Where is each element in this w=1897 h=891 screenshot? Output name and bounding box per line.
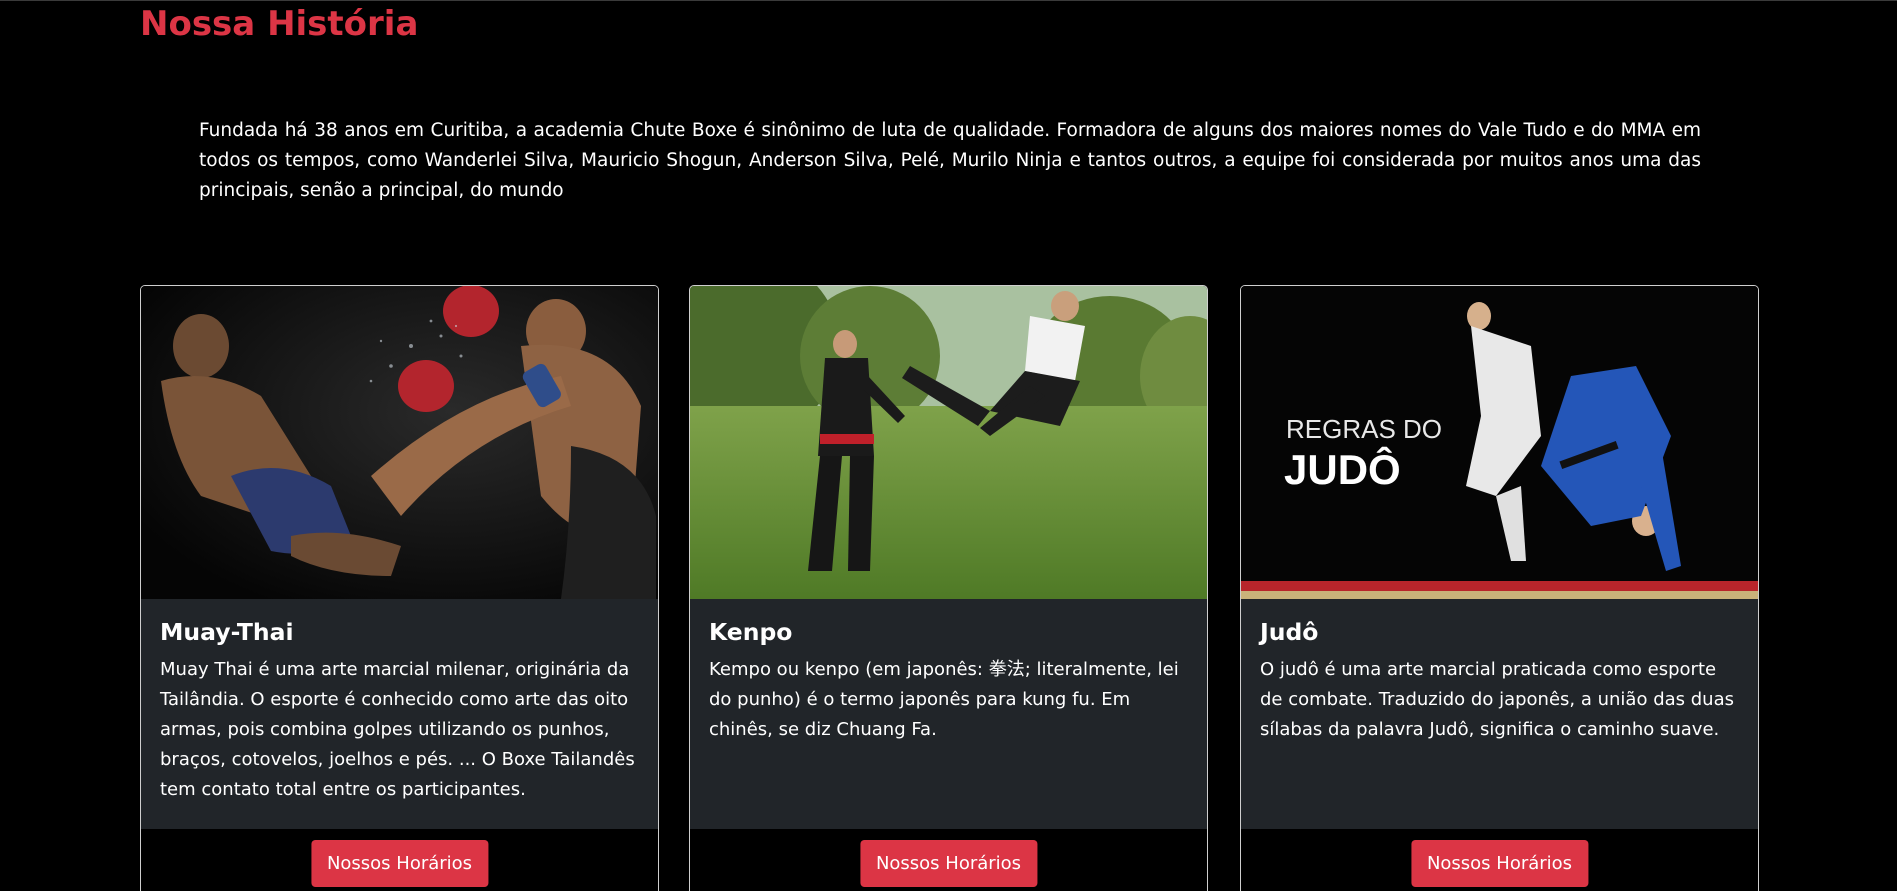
card-text: O judô é uma arte marcial praticada como… — [1260, 659, 1734, 740]
top-divider — [0, 0, 1897, 1]
card-footer: Nossos Horários — [690, 829, 1207, 891]
card-title: Judô — [1260, 618, 1319, 646]
card-title: Kenpo — [709, 618, 793, 646]
section-title: Nossa História — [140, 4, 419, 44]
kenpo-image — [690, 286, 1207, 599]
card-kenpo: Kenpo Kempo ou kenpo (em japonês: 拳法; li… — [689, 285, 1208, 891]
image-caption-line1: REGRAS DO — [1286, 414, 1442, 444]
judo-image: REGRAS DO JUDÔ — [1241, 286, 1758, 599]
card-text: Muay Thai é uma arte marcial milenar, or… — [160, 659, 635, 800]
image-caption-line2: JUDÔ — [1284, 445, 1401, 493]
card-body: Muay-Thai Muay Thai é uma arte marcial m… — [141, 599, 658, 829]
schedule-button-judo[interactable]: Nossos Horários — [1410, 840, 1589, 887]
card-footer: Nossos Horários — [141, 829, 658, 891]
muay-thai-image — [141, 286, 658, 599]
schedule-button-kenpo[interactable]: Nossos Horários — [859, 840, 1038, 887]
card-title: Muay-Thai — [160, 618, 294, 646]
card-muay-thai: Muay-Thai Muay Thai é uma arte marcial m… — [140, 285, 659, 891]
card-footer: Nossos Horários — [1241, 829, 1758, 891]
schedule-button-muay-thai[interactable]: Nossos Horários — [310, 840, 489, 887]
card-judo: REGRAS DO JUDÔ Judô O judô é uma arte ma… — [1240, 285, 1759, 891]
history-paragraph: Fundada há 38 anos em Curitiba, a academ… — [199, 120, 1701, 201]
card-text: Kempo ou kenpo (em japonês: 拳法; literalm… — [709, 659, 1179, 740]
card-body: Judô O judô é uma arte marcial praticada… — [1241, 599, 1758, 829]
card-body: Kenpo Kempo ou kenpo (em japonês: 拳法; li… — [690, 599, 1207, 829]
